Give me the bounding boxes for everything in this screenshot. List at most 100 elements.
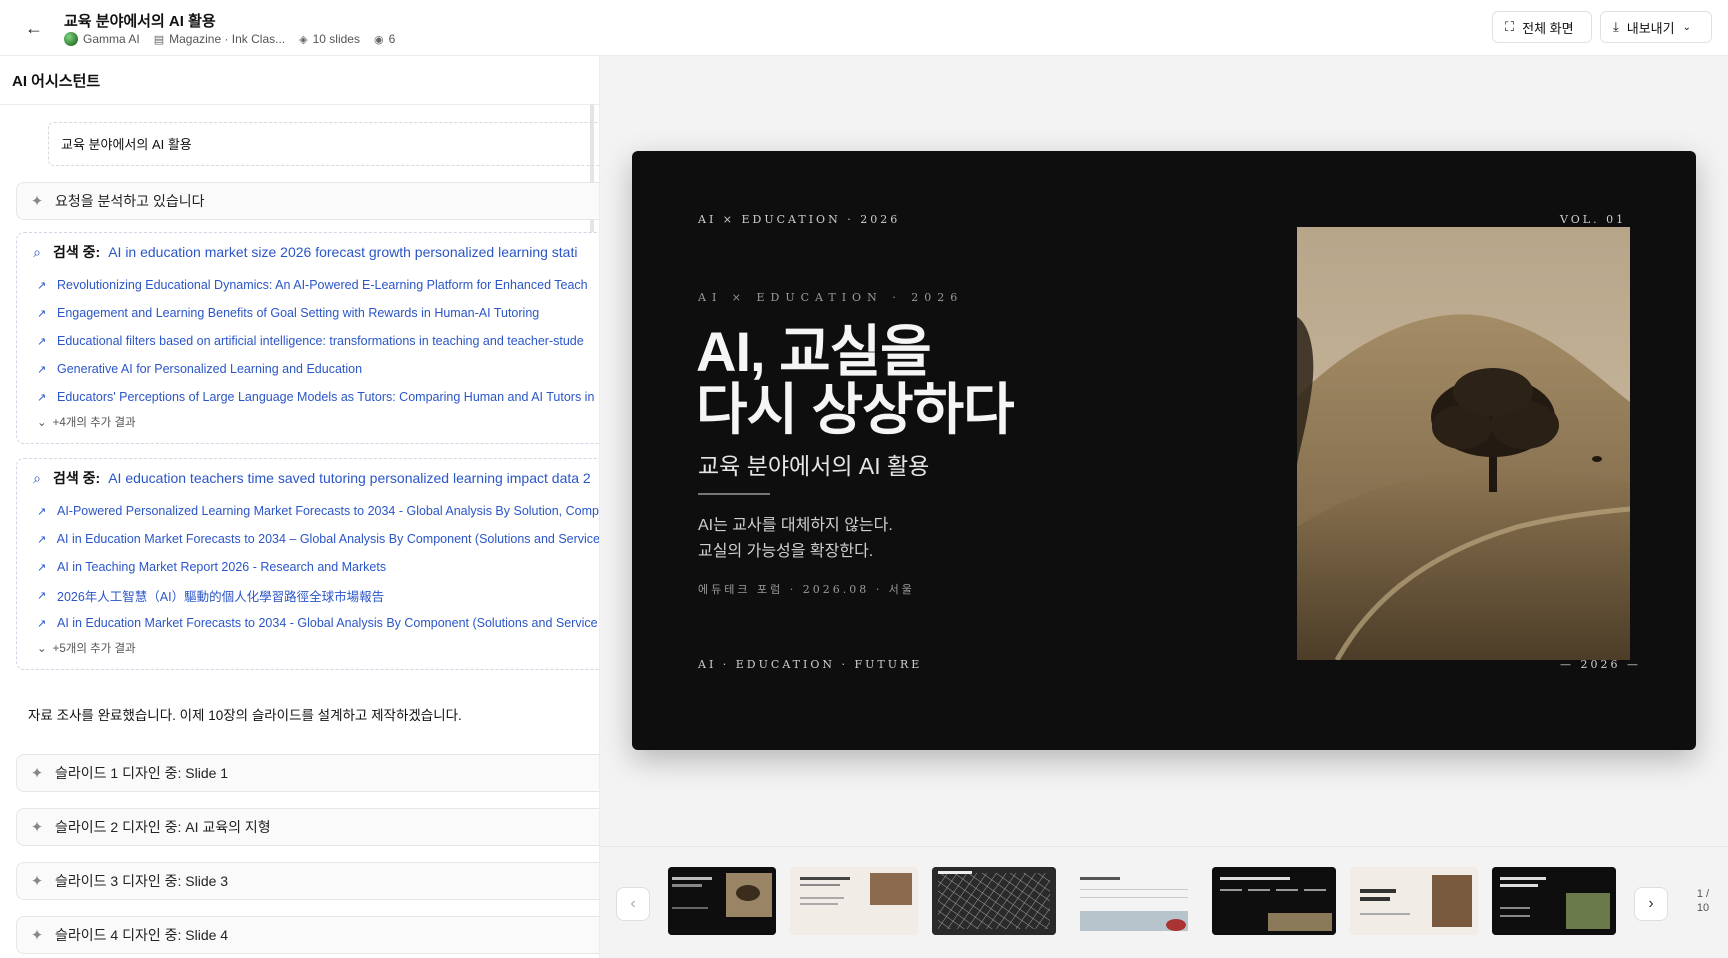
sparkle-icon: ✦ [30, 873, 44, 890]
designing-text: 슬라이드 2 디자인 중: AI 교육의 지형 [55, 819, 271, 835]
export-label: 내보내기 [1626, 20, 1675, 36]
fullscreen-button[interactable]: ⛶ 전체 화면 [1492, 11, 1592, 43]
sparkle-icon: ✦ [30, 193, 44, 210]
chevron-down-icon: ⌄ [37, 417, 47, 429]
divider [0, 104, 599, 105]
slide-subtitle: 교육 분야에서의 AI 활용 [698, 453, 930, 479]
thumbnail-preview [1070, 867, 1198, 935]
slide-thumbnail[interactable] [932, 867, 1056, 935]
fullscreen-icon: ⛶ [1505, 19, 1515, 34]
next-slide-button[interactable]: › [1634, 887, 1668, 921]
slide-thumbnail[interactable] [790, 867, 918, 935]
pager-current: 1 / [1696, 888, 1710, 900]
gamma-logo-icon [64, 32, 78, 46]
slide-rule [698, 493, 770, 495]
chevron-down-icon: ⌄ [1682, 21, 1691, 33]
sparkle-icon: ✦ [30, 819, 44, 836]
designing-text: 슬라이드 3 디자인 중: Slide 3 [55, 873, 229, 889]
pager-total: 10 [1696, 902, 1710, 914]
search-query: AI in education market size 2026 forecas… [108, 244, 578, 260]
slide-pager: 1 / 10 [1688, 887, 1718, 915]
download-icon: ⤓ [1613, 19, 1619, 34]
result-title: AI in Education Market Forecasts to 2034… [56, 532, 600, 546]
slide-thumbnail[interactable] [668, 867, 776, 935]
research-done-message: 자료 조사를 완료했습니다. 이제 10장의 슬라이드를 설계하고 제작하겠습니… [28, 708, 462, 723]
slide-thumbnail[interactable] [1492, 867, 1616, 935]
sparkle-icon: ✦ [30, 927, 44, 944]
slide-filmstrip: ‹ › 1 / 10 [600, 846, 1728, 958]
headline-line-2: 다시 상상하다 [696, 378, 1015, 441]
search-icon: ⌕ [33, 243, 41, 260]
slide-thumbnail[interactable] [1212, 867, 1336, 935]
search-header: ⌕ 검색 중: AI in education market size 2026… [17, 233, 599, 271]
search-query: AI education teachers time saved tutorin… [108, 470, 591, 486]
more-results-toggle[interactable]: ⌄ +4개의 추가 결과 [17, 411, 599, 433]
author-name: Gamma AI [83, 32, 140, 46]
result-title: AI in Teaching Market Report 2026 - Rese… [57, 560, 387, 574]
search-result-link[interactable]: ↗ AI in Education Market Forecasts to 203… [17, 609, 599, 637]
slide-volume-label: VOL. 01 [1560, 213, 1627, 226]
search-result-link[interactable]: ↗ Educators' Perceptions of Large Languag… [17, 383, 599, 411]
body-line-1: AI는 교사를 대체하지 않는다. [698, 517, 893, 534]
result-title: Engagement and Learning Benefits of Goal… [57, 306, 540, 320]
search-result-link[interactable]: ↗ 2026年人工智慧（AI）驅動的個人化學習路徑全球市場報告 [17, 581, 599, 609]
search-result-link[interactable]: ↗ AI-Powered Personalized Learning Market… [17, 497, 599, 525]
top-bar: ← 교육 분야에서의 AI 활용 Gamma AI ▤ Magazine · I… [0, 0, 1728, 56]
slides-meta: ◈ 10 slides [299, 32, 360, 46]
layout-icon: ▤ [153, 33, 165, 46]
search-result-link[interactable]: ↗ Educational filters based on artificial… [17, 327, 599, 355]
search-icon: ⌕ [33, 469, 41, 486]
search-result-link[interactable]: ↗ Generative AI for Personalized Learning… [17, 355, 599, 383]
headline-line-1: AI, 교실을 [696, 320, 932, 383]
sparkle-icon: ✦ [30, 765, 44, 782]
thumbnail-preview [932, 867, 1056, 935]
thumbnail-preview [790, 867, 918, 935]
user-prompt: 교육 분야에서의 AI 활용 [48, 122, 599, 166]
designing-status: ✦ 슬라이드 3 디자인 중: Slide 3 [16, 862, 599, 900]
back-arrow-icon[interactable]: ← [22, 16, 46, 40]
external-link-icon: ↗ [37, 589, 47, 602]
fullscreen-label: 전체 화면 [1522, 20, 1574, 36]
search-result-link[interactable]: ↗ AI in Education Market Forecasts to 203… [17, 525, 600, 553]
external-link-icon: ↗ [37, 561, 47, 574]
result-title: Revolutionizing Educational Dynamics: An… [57, 278, 588, 292]
thumbnail-preview [1350, 867, 1478, 935]
search-card-2: ⌕ 검색 중: AI education teachers time saved… [16, 458, 600, 670]
presentation-meta: Gamma AI ▤ Magazine · Ink Clas... ◈ 10 s… [64, 32, 395, 46]
external-link-icon: ↗ [37, 335, 47, 348]
thumbnail-preview [668, 867, 776, 935]
search-label: 검색 중: [53, 244, 101, 260]
previous-slide-button[interactable]: ‹ [616, 887, 650, 921]
search-label: 검색 중: [53, 470, 101, 486]
result-title: 2026年人工智慧（AI）驅動的個人化學習路徑全球市場報告 [57, 589, 385, 604]
search-result-link[interactable]: ↗ AI in Teaching Market Report 2026 - Res… [17, 553, 599, 581]
eye-icon: ◉ [373, 33, 384, 46]
result-title: AI-Powered Personalized Learning Market … [57, 504, 599, 518]
slide-top-left-label: AI × EDUCATION · 2026 [698, 213, 901, 226]
assistant-panel: AI 어시스턴트 교육 분야에서의 AI 활용 ✦ 요청을 분석하고 있습니다 … [0, 56, 600, 958]
slide-thumbnail[interactable] [1350, 867, 1478, 935]
search-header: ⌕ 검색 중: AI education teachers time saved… [17, 459, 599, 497]
author-meta: Gamma AI [64, 32, 140, 46]
slide-footer-left: AI · EDUCATION · FUTURE [698, 658, 923, 671]
export-button[interactable]: ⤓ 내보내기 ⌄ [1600, 11, 1712, 43]
search-result-link[interactable]: ↗ Revolutionizing Educational Dynamics: A… [17, 271, 599, 299]
slide-thumbnail[interactable] [1070, 867, 1198, 935]
search-card-1: ⌕ 검색 중: AI in education market size 2026… [16, 232, 599, 444]
assistant-title: AI 어시스턴트 [12, 73, 101, 90]
designing-status: ✦ 슬라이드 2 디자인 중: AI 교육의 지형 [16, 808, 599, 846]
views-meta: ◉ 6 [374, 32, 395, 46]
slide-headline: AI, 교실을 다시 상상하다 [696, 320, 1015, 441]
more-results-label: +4개의 추가 결과 [52, 417, 136, 429]
more-results-toggle[interactable]: ⌄ +5개의 추가 결과 [17, 637, 599, 659]
designing-text: 슬라이드 4 디자인 중: Slide 4 [55, 927, 229, 943]
slide-count: 10 slides [312, 32, 360, 46]
external-link-icon: ↗ [37, 307, 47, 320]
external-link-icon: ↗ [37, 505, 47, 518]
current-slide[interactable]: AI × EDUCATION · 2026 VOL. 01 AI × EDUCA… [632, 151, 1696, 750]
result-title: Educators' Perceptions of Large Language… [57, 390, 595, 404]
result-title: Educational filters based on artificial … [57, 334, 584, 348]
search-result-link[interactable]: ↗ Engagement and Learning Benefits of Goa… [17, 299, 599, 327]
designing-text: 슬라이드 1 디자인 중: Slide 1 [55, 765, 229, 781]
slide-landscape-photo [1297, 227, 1630, 660]
